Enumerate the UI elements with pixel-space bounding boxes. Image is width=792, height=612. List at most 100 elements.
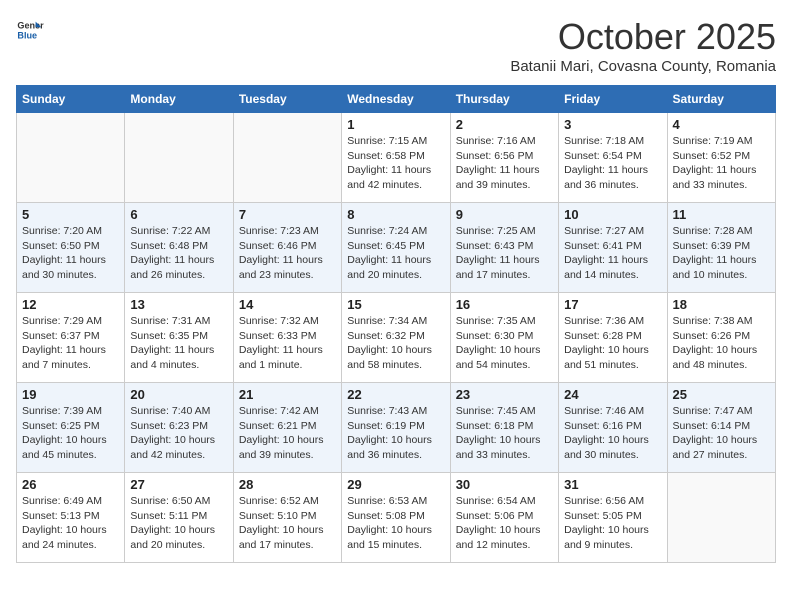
calendar-cell: 14 Sunrise: 7:32 AMSunset: 6:33 PMDayligh… — [233, 293, 341, 383]
cell-info-text: Sunrise: 7:43 AMSunset: 6:19 PMDaylight:… — [347, 404, 444, 463]
cell-day-number: 2 — [456, 117, 553, 132]
cell-info-text: Sunrise: 7:46 AMSunset: 6:16 PMDaylight:… — [564, 404, 661, 463]
calendar-cell — [125, 113, 233, 203]
cell-info-text: Sunrise: 7:24 AMSunset: 6:45 PMDaylight:… — [347, 224, 444, 283]
calendar-cell: 28 Sunrise: 6:52 AMSunset: 5:10 PMDayligh… — [233, 473, 341, 563]
cell-info-text: Sunrise: 7:16 AMSunset: 6:56 PMDaylight:… — [456, 134, 553, 193]
calendar-cell: 3 Sunrise: 7:18 AMSunset: 6:54 PMDaylight… — [559, 113, 667, 203]
cell-info-text: Sunrise: 7:28 AMSunset: 6:39 PMDaylight:… — [673, 224, 770, 283]
cell-day-number: 13 — [130, 297, 227, 312]
cell-day-number: 5 — [22, 207, 119, 222]
calendar-cell: 2 Sunrise: 7:16 AMSunset: 6:56 PMDaylight… — [450, 113, 558, 203]
cell-day-number: 10 — [564, 207, 661, 222]
cell-day-number: 26 — [22, 477, 119, 492]
cell-info-text: Sunrise: 6:54 AMSunset: 5:06 PMDaylight:… — [456, 494, 553, 553]
logo-icon: General Blue — [16, 16, 44, 44]
weekday-header-cell: Sunday — [17, 86, 125, 113]
cell-info-text: Sunrise: 6:52 AMSunset: 5:10 PMDaylight:… — [239, 494, 336, 553]
cell-day-number: 28 — [239, 477, 336, 492]
calendar-table: SundayMondayTuesdayWednesdayThursdayFrid… — [16, 85, 776, 563]
cell-day-number: 19 — [22, 387, 119, 402]
logo: General Blue — [16, 16, 44, 44]
cell-day-number: 31 — [564, 477, 661, 492]
calendar-cell — [233, 113, 341, 203]
cell-day-number: 12 — [22, 297, 119, 312]
cell-info-text: Sunrise: 7:20 AMSunset: 6:50 PMDaylight:… — [22, 224, 119, 283]
cell-info-text: Sunrise: 7:32 AMSunset: 6:33 PMDaylight:… — [239, 314, 336, 373]
cell-day-number: 11 — [673, 207, 770, 222]
cell-info-text: Sunrise: 6:50 AMSunset: 5:11 PMDaylight:… — [130, 494, 227, 553]
cell-info-text: Sunrise: 7:45 AMSunset: 6:18 PMDaylight:… — [456, 404, 553, 463]
cell-info-text: Sunrise: 6:56 AMSunset: 5:05 PMDaylight:… — [564, 494, 661, 553]
cell-day-number: 20 — [130, 387, 227, 402]
cell-day-number: 8 — [347, 207, 444, 222]
cell-day-number: 27 — [130, 477, 227, 492]
cell-day-number: 24 — [564, 387, 661, 402]
cell-info-text: Sunrise: 7:42 AMSunset: 6:21 PMDaylight:… — [239, 404, 336, 463]
cell-day-number: 6 — [130, 207, 227, 222]
cell-info-text: Sunrise: 6:53 AMSunset: 5:08 PMDaylight:… — [347, 494, 444, 553]
header: General Blue October 2025 Batanii Mari, … — [16, 16, 776, 75]
calendar-body: 1Sunrise: 7:15 AMSunset: 6:58 PMDaylight… — [17, 113, 776, 563]
calendar-cell: 22Sunrise: 7:43 AMSunset: 6:19 PMDayligh… — [342, 383, 450, 473]
cell-day-number: 14 — [239, 297, 336, 312]
calendar-cell: 9Sunrise: 7:25 AMSunset: 6:43 PMDaylight… — [450, 203, 558, 293]
calendar-cell — [17, 113, 125, 203]
cell-day-number: 25 — [673, 387, 770, 402]
calendar-cell: 4 Sunrise: 7:19 AMSunset: 6:52 PMDaylight… — [667, 113, 775, 203]
location-title: Batanii Mari, Covasna County, Romania — [510, 58, 776, 75]
calendar-cell: 16Sunrise: 7:35 AMSunset: 6:30 PMDayligh… — [450, 293, 558, 383]
cell-info-text: Sunrise: 7:40 AMSunset: 6:23 PMDaylight:… — [130, 404, 227, 463]
calendar-cell: 8 Sunrise: 7:24 AMSunset: 6:45 PMDaylight… — [342, 203, 450, 293]
calendar-cell: 29 Sunrise: 6:53 AMSunset: 5:08 PMDayligh… — [342, 473, 450, 563]
cell-info-text: Sunrise: 7:19 AMSunset: 6:52 PMDaylight:… — [673, 134, 770, 193]
cell-day-number: 18 — [673, 297, 770, 312]
cell-info-text: Sunrise: 7:22 AMSunset: 6:48 PMDaylight:… — [130, 224, 227, 283]
weekday-header-cell: Thursday — [450, 86, 558, 113]
calendar-cell: 5 Sunrise: 7:20 AMSunset: 6:50 PMDaylight… — [17, 203, 125, 293]
cell-day-number: 7 — [239, 207, 336, 222]
cell-info-text: Sunrise: 7:35 AMSunset: 6:30 PMDaylight:… — [456, 314, 553, 373]
calendar-cell: 17Sunrise: 7:36 AMSunset: 6:28 PMDayligh… — [559, 293, 667, 383]
cell-info-text: Sunrise: 7:34 AMSunset: 6:32 PMDaylight:… — [347, 314, 444, 373]
calendar-cell: 12Sunrise: 7:29 AMSunset: 6:37 PMDayligh… — [17, 293, 125, 383]
calendar-cell: 1Sunrise: 7:15 AMSunset: 6:58 PMDaylight… — [342, 113, 450, 203]
cell-day-number: 4 — [673, 117, 770, 132]
svg-text:General: General — [17, 21, 44, 31]
weekday-header-row: SundayMondayTuesdayWednesdayThursdayFrid… — [17, 86, 776, 113]
cell-info-text: Sunrise: 7:23 AMSunset: 6:46 PMDaylight:… — [239, 224, 336, 283]
calendar-cell: 31 Sunrise: 6:56 AMSunset: 5:05 PMDayligh… — [559, 473, 667, 563]
calendar-cell: 21 Sunrise: 7:42 AMSunset: 6:21 PMDayligh… — [233, 383, 341, 473]
cell-day-number: 17 — [564, 297, 661, 312]
cell-day-number: 30 — [456, 477, 553, 492]
cell-day-number: 23 — [456, 387, 553, 402]
cell-info-text: Sunrise: 7:39 AMSunset: 6:25 PMDaylight:… — [22, 404, 119, 463]
cell-day-number: 29 — [347, 477, 444, 492]
cell-info-text: Sunrise: 7:47 AMSunset: 6:14 PMDaylight:… — [673, 404, 770, 463]
calendar-cell: 6 Sunrise: 7:22 AMSunset: 6:48 PMDaylight… — [125, 203, 233, 293]
cell-info-text: Sunrise: 6:49 AMSunset: 5:13 PMDaylight:… — [22, 494, 119, 553]
calendar-week-row: 19 Sunrise: 7:39 AMSunset: 6:25 PMDayligh… — [17, 383, 776, 473]
calendar-cell: 19 Sunrise: 7:39 AMSunset: 6:25 PMDayligh… — [17, 383, 125, 473]
svg-text:Blue: Blue — [17, 30, 37, 40]
cell-info-text: Sunrise: 7:31 AMSunset: 6:35 PMDaylight:… — [130, 314, 227, 373]
calendar-cell: 10 Sunrise: 7:27 AMSunset: 6:41 PMDayligh… — [559, 203, 667, 293]
weekday-header-cell: Saturday — [667, 86, 775, 113]
month-title: October 2025 — [510, 16, 776, 58]
cell-day-number: 21 — [239, 387, 336, 402]
cell-info-text: Sunrise: 7:27 AMSunset: 6:41 PMDaylight:… — [564, 224, 661, 283]
calendar-cell: 13 Sunrise: 7:31 AMSunset: 6:35 PMDayligh… — [125, 293, 233, 383]
cell-info-text: Sunrise: 7:18 AMSunset: 6:54 PMDaylight:… — [564, 134, 661, 193]
calendar-cell: 27 Sunrise: 6:50 AMSunset: 5:11 PMDayligh… — [125, 473, 233, 563]
calendar-week-row: 1Sunrise: 7:15 AMSunset: 6:58 PMDaylight… — [17, 113, 776, 203]
calendar-cell: 25 Sunrise: 7:47 AMSunset: 6:14 PMDayligh… — [667, 383, 775, 473]
cell-day-number: 3 — [564, 117, 661, 132]
weekday-header-cell: Friday — [559, 86, 667, 113]
title-area: October 2025 Batanii Mari, Covasna Count… — [510, 16, 776, 75]
weekday-header-cell: Wednesday — [342, 86, 450, 113]
cell-day-number: 1 — [347, 117, 444, 132]
weekday-header-cell: Tuesday — [233, 86, 341, 113]
cell-info-text: Sunrise: 7:25 AMSunset: 6:43 PMDaylight:… — [456, 224, 553, 283]
cell-info-text: Sunrise: 7:38 AMSunset: 6:26 PMDaylight:… — [673, 314, 770, 373]
calendar-cell: 24 Sunrise: 7:46 AMSunset: 6:16 PMDayligh… — [559, 383, 667, 473]
